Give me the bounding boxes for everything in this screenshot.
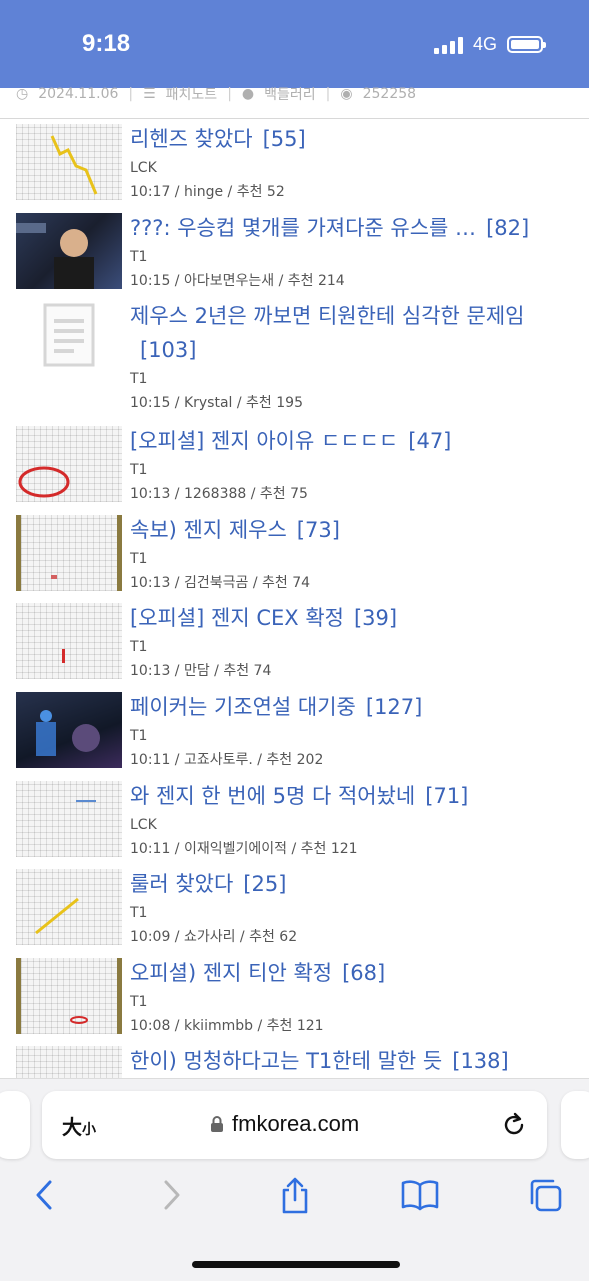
list-item[interactable]: 제우스 2년은 까보면 티원한테 심각한 문제임[103] T1 10:15 /… bbox=[0, 295, 589, 420]
post-category: T1 bbox=[130, 905, 148, 922]
post-category: T1 bbox=[130, 462, 148, 479]
post-category: T1 bbox=[130, 248, 148, 265]
status-indicators: 4G bbox=[433, 34, 546, 55]
list-item[interactable]: 와 젠지 한 번에 5명 다 적어놨네 [71] LCK 10:11 / 이재익벨… bbox=[0, 775, 589, 864]
post-title-link[interactable]: 페이커는 기조연설 대기중 [127] bbox=[130, 690, 559, 724]
post-category: T1 bbox=[130, 727, 148, 744]
board-name[interactable]: 패치노트 bbox=[166, 84, 218, 104]
post-title-link[interactable]: 오피셜) 젠지 티안 확정 [68] bbox=[130, 956, 559, 990]
list-item[interactable]: [오피셜] 젠지 아이유 ㄷㄷㄷㄷ [47] T1 10:13 / 1268388… bbox=[0, 420, 589, 509]
view-count: 252258 bbox=[362, 86, 417, 102]
post-info: 10:08 / kkiimmbb / 추천 121 bbox=[130, 1017, 324, 1034]
post-thumbnail[interactable] bbox=[16, 514, 122, 591]
post-info: 10:15 / 아다보면우는새 / 추천 214 bbox=[130, 272, 345, 289]
next-tab-pill[interactable] bbox=[561, 1091, 589, 1159]
post-title-link[interactable]: ???: 우승컵 몇개를 가져다준 유스를 … [82] bbox=[130, 211, 559, 245]
clock-icon: ◷ bbox=[16, 86, 29, 102]
post-thumbnail[interactable] bbox=[16, 603, 122, 680]
browser-toolbar: 大小 fmkorea.com bbox=[0, 1078, 589, 1281]
post-title-link[interactable]: [오피셜] 젠지 CEX 확정 [39] bbox=[130, 601, 559, 635]
divider: | bbox=[325, 86, 331, 102]
status-time: 9:18 bbox=[82, 30, 131, 57]
tabs-icon bbox=[530, 1179, 562, 1212]
post-title-link[interactable]: 리헨즈 찾았다 [55] bbox=[130, 122, 559, 156]
post-thumbnail[interactable] bbox=[16, 780, 122, 857]
post-meta: ◷ 2024.11.06 | ☰ 패치노트 | ● 백들러리 | ◉ 25225… bbox=[0, 80, 589, 119]
bookmarks-button[interactable] bbox=[400, 1175, 440, 1215]
post-title-link[interactable]: [오피셜] 젠지 아이유 ㄷㄷㄷㄷ [47] bbox=[130, 424, 559, 458]
post-date: 2024.11.06 bbox=[38, 86, 119, 102]
divider: | bbox=[227, 86, 232, 102]
chevron-right-icon bbox=[164, 1180, 180, 1210]
post-info: 10:13 / 김건북극곰 / 추천 74 bbox=[130, 574, 311, 591]
post-info: 10:09 / 쇼가사리 / 추천 62 bbox=[130, 929, 298, 946]
post-list: 리헨즈 찾았다 [55] LCK 10:17 / hinge / 추천 52 ??… bbox=[0, 118, 589, 1129]
post-title-link[interactable]: 와 젠지 한 번에 5명 다 적어놨네 [71] bbox=[130, 779, 559, 813]
post-info: 10:11 / 이재익벨기에이적 / 추천 121 bbox=[130, 840, 358, 857]
lock-icon bbox=[211, 1116, 223, 1132]
network-type: 4G bbox=[472, 34, 497, 54]
list-item[interactable]: ???: 우승컵 몇개를 가져다준 유스를 … [82] T1 10:15 / 아… bbox=[0, 207, 589, 296]
author-name[interactable]: 백들러리 bbox=[264, 84, 316, 104]
address-bar[interactable]: 大小 fmkorea.com bbox=[42, 1091, 547, 1159]
post-thumbnail[interactable] bbox=[16, 691, 122, 768]
reload-icon[interactable] bbox=[501, 1111, 527, 1139]
eye-icon: ◉ bbox=[340, 86, 353, 102]
post-title-link[interactable]: 룰러 찾았다 [25] bbox=[130, 867, 559, 901]
post-info: 10:13 / 1268388 / 추천 75 bbox=[130, 486, 308, 503]
tabs-button[interactable] bbox=[525, 1175, 565, 1215]
signal-icon bbox=[433, 36, 463, 54]
post-title-link[interactable]: 제우스 2년은 까보면 티원한테 심각한 문제임[103] bbox=[130, 299, 559, 367]
list-item[interactable]: [오피셜] 젠지 CEX 확정 [39] T1 10:13 / 만담 / 추천 7… bbox=[0, 597, 589, 686]
post-thumbnail[interactable] bbox=[16, 124, 122, 200]
post-title-link[interactable]: 속보) 젠지 제우스 [73] bbox=[130, 513, 559, 547]
list-item[interactable]: 룰러 찾았다 [25] T1 10:09 / 쇼가사리 / 추천 62 bbox=[0, 863, 589, 952]
post-thumbnail[interactable] bbox=[16, 212, 122, 289]
post-category: T1 bbox=[130, 371, 148, 388]
post-thumbnail[interactable] bbox=[16, 301, 122, 377]
post-category: LCK bbox=[130, 816, 157, 833]
list-item[interactable]: 페이커는 기조연설 대기중 [127] T1 10:11 / 고죠사토루. / 추… bbox=[0, 686, 589, 775]
divider: | bbox=[128, 86, 134, 102]
post-info: 10:11 / 고죠사토루. / 추천 202 bbox=[130, 751, 324, 768]
post-category: T1 bbox=[130, 993, 148, 1010]
post-thumbnail[interactable] bbox=[16, 426, 122, 503]
back-button[interactable] bbox=[24, 1175, 64, 1215]
post-category: LCK bbox=[130, 160, 157, 176]
chevron-left-icon bbox=[36, 1180, 52, 1210]
post-thumbnail[interactable] bbox=[16, 869, 122, 946]
post-thumbnail[interactable] bbox=[16, 957, 122, 1034]
share-button[interactable] bbox=[275, 1175, 315, 1215]
user-icon: ● bbox=[241, 86, 255, 102]
post-category: T1 bbox=[130, 639, 148, 656]
url-display[interactable]: fmkorea.com bbox=[210, 1111, 359, 1137]
post-info: 10:13 / 만담 / 추천 74 bbox=[130, 663, 272, 680]
post-info: 10:15 / Krystal / 추천 195 bbox=[130, 395, 303, 412]
forward-button[interactable] bbox=[152, 1175, 192, 1215]
share-icon bbox=[282, 1177, 308, 1214]
list-item[interactable]: 오피셜) 젠지 티안 확정 [68] T1 10:08 / kkiimmbb / … bbox=[0, 952, 589, 1041]
book-icon bbox=[401, 1180, 439, 1211]
status-bar: 9:18 4G bbox=[0, 0, 589, 88]
post-title-link[interactable]: 한이) 멍청하다고는 T1한테 말한 듯 [138] bbox=[130, 1044, 559, 1078]
post-info: 10:17 / hinge / 추천 52 bbox=[130, 184, 285, 200]
nav-toolbar bbox=[0, 1175, 589, 1219]
home-indicator bbox=[192, 1261, 400, 1268]
previous-tab-pill[interactable] bbox=[0, 1091, 30, 1159]
text-size-button[interactable]: 大小 bbox=[62, 1111, 96, 1140]
list-item[interactable]: 속보) 젠지 제우스 [73] T1 10:13 / 김건북극곰 / 추천 74 bbox=[0, 509, 589, 598]
list-item[interactable]: 리헨즈 찾았다 [55] LCK 10:17 / hinge / 추천 52 bbox=[0, 118, 589, 207]
menu-icon: ☰ bbox=[143, 86, 156, 102]
battery-icon bbox=[507, 36, 546, 53]
post-category: T1 bbox=[130, 550, 148, 567]
